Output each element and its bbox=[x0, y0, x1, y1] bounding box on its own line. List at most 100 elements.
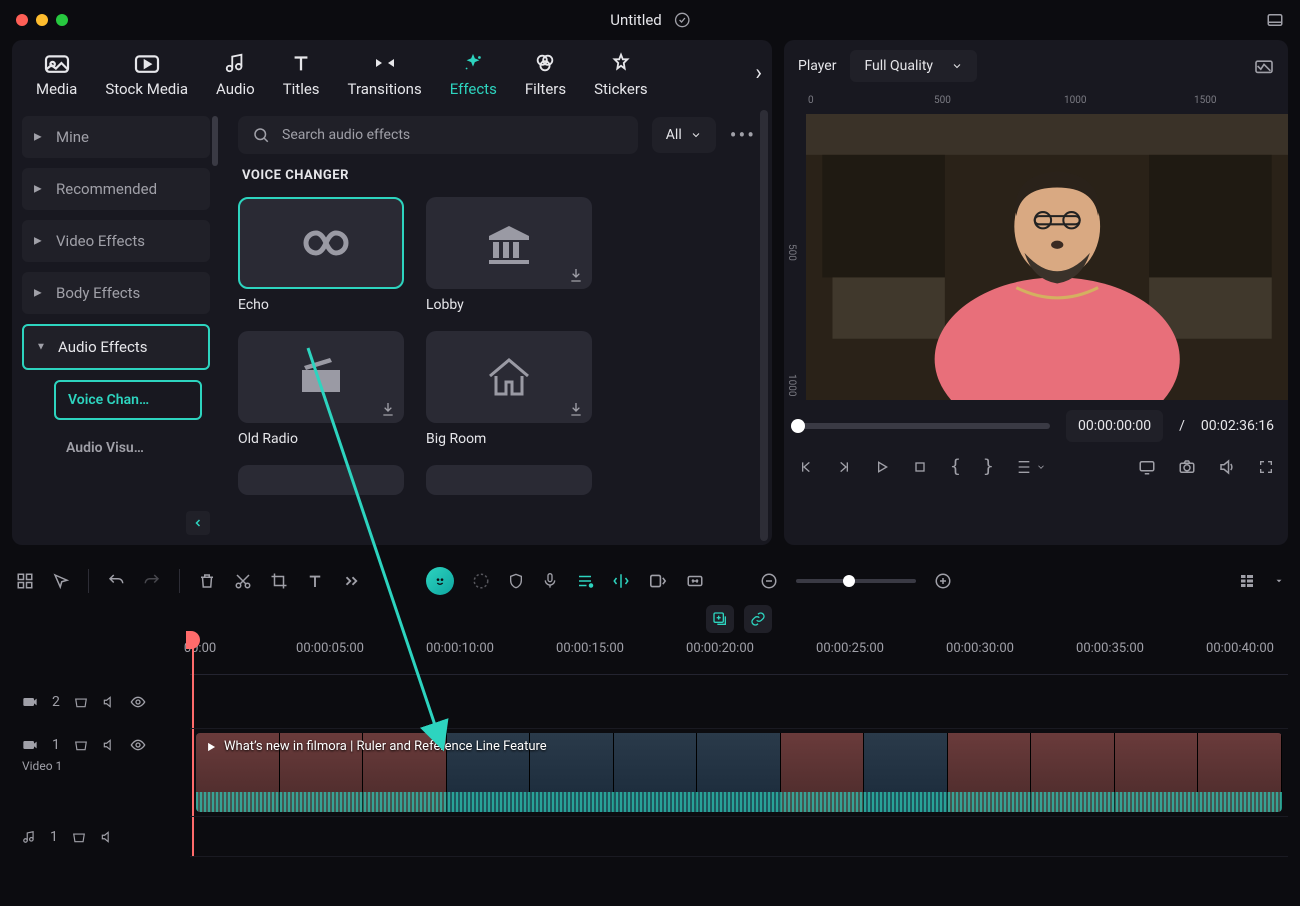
link-tracks-button[interactable] bbox=[744, 605, 772, 633]
fullscreen-button[interactable] bbox=[1258, 459, 1274, 475]
sidebar-item-body-effects[interactable]: ▶Body Effects bbox=[22, 272, 210, 314]
effect-card-old-radio[interactable]: Old Radio bbox=[238, 331, 404, 447]
snapshot-button[interactable] bbox=[1254, 58, 1274, 74]
color-wheel-icon[interactable] bbox=[472, 572, 490, 590]
stickers-icon bbox=[606, 52, 636, 74]
timeline-ruler[interactable]: 00:00 00:00:05:00 00:00:10:00 00:00:15:0… bbox=[190, 637, 1288, 675]
title-bar: Untitled bbox=[0, 0, 1300, 40]
effect-card-placeholder[interactable] bbox=[238, 465, 404, 495]
quality-dropdown[interactable]: Full Quality bbox=[850, 50, 977, 82]
track-lane-video-1[interactable]: What’s new in filmora | Ruler and Refere… bbox=[190, 729, 1288, 817]
sidebar-item-mine[interactable]: ▶Mine bbox=[22, 116, 210, 158]
text-button[interactable] bbox=[306, 572, 324, 590]
tab-audio[interactable]: Audio bbox=[216, 52, 255, 98]
mic-icon[interactable] bbox=[542, 572, 558, 590]
effect-card-big-room[interactable]: Big Room bbox=[426, 331, 592, 447]
track-lane-audio-1[interactable] bbox=[190, 817, 1288, 857]
maximize-window-button[interactable] bbox=[56, 14, 68, 26]
prev-frame-button[interactable] bbox=[798, 459, 814, 475]
layout-toggle-icon[interactable] bbox=[1266, 11, 1284, 29]
search-icon bbox=[252, 126, 270, 144]
sidebar-item-audio-effects[interactable]: ▼Audio Effects bbox=[22, 324, 210, 370]
auto-reframe-icon[interactable] bbox=[648, 573, 668, 589]
sidebar-scrollbar[interactable] bbox=[212, 116, 218, 166]
lock-icon[interactable] bbox=[74, 695, 88, 709]
effects-scrollbar[interactable] bbox=[760, 110, 768, 541]
fit-icon[interactable] bbox=[686, 574, 704, 588]
track-head-video-1[interactable]: 1 Video 1 bbox=[12, 729, 190, 817]
tabs-overflow-icon[interactable]: › bbox=[755, 61, 762, 86]
audio-icon bbox=[220, 52, 250, 74]
track-head-b-roll[interactable]: 2 bbox=[12, 675, 190, 729]
ai-button[interactable] bbox=[426, 567, 454, 595]
mark-out-button[interactable]: } bbox=[983, 456, 994, 477]
track-head-audio-1[interactable]: 1 bbox=[12, 817, 190, 857]
tab-titles[interactable]: Titles bbox=[283, 52, 320, 98]
stop-button[interactable] bbox=[912, 459, 928, 475]
mute-icon[interactable] bbox=[102, 738, 116, 752]
cursor-icon[interactable] bbox=[52, 572, 70, 590]
delete-button[interactable] bbox=[198, 572, 216, 590]
undo-button[interactable] bbox=[107, 572, 125, 590]
effect-card-echo[interactable]: Echo bbox=[238, 197, 404, 313]
volume-button[interactable] bbox=[1218, 458, 1236, 476]
visibility-icon[interactable] bbox=[130, 696, 146, 708]
music-icon[interactable] bbox=[576, 572, 594, 590]
mark-in-button[interactable]: { bbox=[950, 456, 961, 477]
zoom-out-button[interactable] bbox=[760, 572, 778, 590]
tab-effects[interactable]: Effects bbox=[450, 52, 497, 98]
tab-media[interactable]: Media bbox=[36, 52, 77, 98]
add-track-button[interactable] bbox=[706, 605, 734, 633]
more-options-button[interactable]: ••• bbox=[730, 123, 756, 147]
effect-card-placeholder[interactable] bbox=[426, 465, 592, 495]
preview-viewport[interactable] bbox=[806, 114, 1288, 400]
tab-transitions[interactable]: Transitions bbox=[348, 52, 422, 98]
play-backward-button[interactable] bbox=[836, 459, 852, 475]
sidebar-subitem-audio-visualizer[interactable]: Audio Visu… bbox=[54, 430, 202, 466]
search-input[interactable]: Search audio effects bbox=[238, 116, 638, 154]
zoom-slider[interactable] bbox=[796, 579, 916, 583]
tab-stock-media[interactable]: Stock Media bbox=[105, 52, 188, 98]
video-clip[interactable]: What’s new in filmora | Ruler and Refere… bbox=[196, 733, 1282, 812]
lock-icon[interactable] bbox=[74, 738, 88, 752]
mute-icon[interactable] bbox=[100, 830, 114, 844]
sidebar-item-recommended[interactable]: ▶Recommended bbox=[22, 168, 210, 210]
download-icon[interactable] bbox=[568, 401, 584, 417]
download-icon[interactable] bbox=[380, 401, 396, 417]
zoom-knob[interactable] bbox=[843, 575, 855, 587]
play-button[interactable] bbox=[874, 459, 890, 475]
titles-icon bbox=[286, 52, 316, 74]
sidebar-collapse-button[interactable] bbox=[186, 511, 210, 535]
crop-button[interactable] bbox=[270, 572, 288, 590]
marker-split-icon[interactable] bbox=[612, 572, 630, 590]
zoom-in-button[interactable] bbox=[934, 572, 952, 590]
clip-waveform bbox=[196, 792, 1282, 812]
shield-icon[interactable] bbox=[508, 572, 524, 590]
effect-card-lobby[interactable]: Lobby bbox=[426, 197, 592, 313]
chevron-right-icon: ▶ bbox=[34, 236, 42, 247]
tab-filters[interactable]: Filters bbox=[525, 52, 566, 98]
mute-icon[interactable] bbox=[102, 695, 116, 709]
camera-button[interactable] bbox=[1178, 459, 1196, 475]
scrub-bar[interactable] bbox=[798, 423, 1050, 429]
effect-label: Echo bbox=[238, 297, 404, 313]
minimize-window-button[interactable] bbox=[36, 14, 48, 26]
sidebar-subitem-voice-changer[interactable]: Voice Chan… bbox=[54, 380, 202, 420]
track-view-button[interactable] bbox=[1238, 572, 1256, 590]
display-settings-button[interactable] bbox=[1138, 459, 1156, 475]
grid-icon[interactable] bbox=[16, 572, 34, 590]
more-tools-button[interactable] bbox=[342, 574, 360, 588]
tab-stickers[interactable]: Stickers bbox=[594, 52, 648, 98]
scrub-knob[interactable] bbox=[791, 419, 805, 433]
lock-icon[interactable] bbox=[72, 830, 86, 844]
redo-button[interactable] bbox=[143, 572, 161, 590]
download-icon[interactable] bbox=[568, 267, 584, 283]
marker-dropdown[interactable] bbox=[1016, 459, 1046, 475]
sidebar-item-video-effects[interactable]: ▶Video Effects bbox=[22, 220, 210, 262]
close-window-button[interactable] bbox=[16, 14, 28, 26]
track-lane-b-roll[interactable] bbox=[190, 675, 1288, 729]
track-view-dropdown[interactable] bbox=[1274, 576, 1284, 586]
visibility-icon[interactable] bbox=[130, 739, 146, 751]
cut-button[interactable] bbox=[234, 572, 252, 590]
filter-dropdown[interactable]: All bbox=[652, 117, 716, 153]
